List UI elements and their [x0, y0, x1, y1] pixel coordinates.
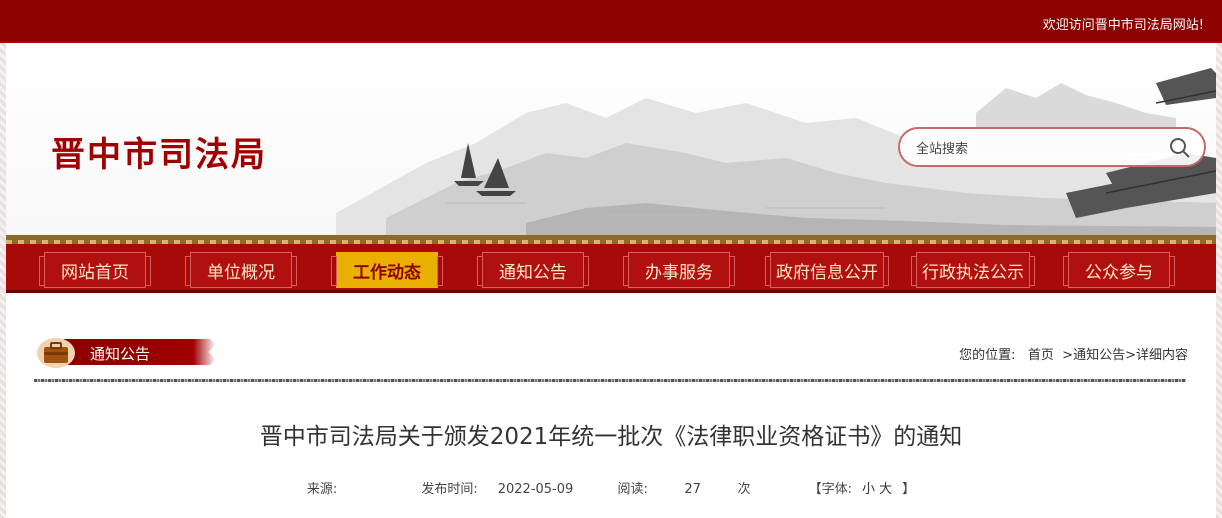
section-tag: 通知公告: [36, 335, 216, 369]
search-button[interactable]: [1168, 137, 1192, 159]
section-label: 通知公告: [90, 345, 151, 363]
font-size-label: 【字体:: [808, 482, 852, 497]
source-field: 来源:: [297, 482, 367, 497]
views-unit: 次: [737, 482, 751, 497]
font-size-close: 】: [902, 482, 916, 497]
nav-item-label: 公众参与: [1085, 262, 1153, 283]
views-label: 阅读:: [617, 482, 648, 497]
search-input[interactable]: [916, 138, 1156, 158]
nav-item-label: 单位概况: [207, 262, 275, 283]
side-pattern-right: [1216, 43, 1222, 518]
nav-item-participation[interactable]: 公众参与: [1063, 252, 1175, 288]
date-field: 发布时间: 2022-05-09: [411, 482, 583, 497]
welcome-text: 欢迎访问晋中市司法局网站!: [1042, 18, 1204, 33]
nav-item-about[interactable]: 单位概况: [185, 252, 297, 288]
article-meta: 来源: 发布时间: 2022-05-09 阅读: 27 次 【字体: 小 大】: [6, 478, 1216, 497]
nav-item-news[interactable]: 工作动态: [331, 252, 443, 288]
nav-item-gov-info[interactable]: 政府信息公开: [765, 252, 889, 288]
nav-item-notices[interactable]: 通知公告: [477, 252, 589, 288]
font-small-button[interactable]: 小: [862, 482, 875, 497]
font-size-control: 【字体: 小 大】: [799, 482, 926, 497]
nav-item-label: 行政执法公示: [922, 262, 1024, 283]
nav-item-label: 网站首页: [61, 262, 129, 283]
views-field: 阅读: 27 次: [607, 482, 760, 497]
views-count: 27: [684, 482, 701, 497]
breadcrumb-category-link[interactable]: 通知公告: [1073, 348, 1125, 363]
section-divider: [34, 379, 1186, 382]
nav-item-label: 通知公告: [499, 262, 567, 283]
top-bar: 欢迎访问晋中市司法局网站!: [0, 0, 1222, 43]
header-banner: 晋中市司法局: [6, 43, 1216, 235]
date-label: 发布时间:: [421, 482, 478, 497]
nav-item-label: 工作动态: [353, 262, 421, 283]
font-large-button[interactable]: 大: [879, 482, 892, 497]
briefcase-icon: [37, 338, 75, 368]
article-title: 晋中市司法局关于颁发2021年统一批次《法律职业资格证书》的通知: [259, 424, 963, 450]
breadcrumb: 您的位置: 首页 >通知公告>详细内容: [959, 344, 1188, 363]
search-icon: [1170, 138, 1190, 158]
breadcrumb-separator: >: [1125, 348, 1136, 363]
nav-item-services[interactable]: 办事服务: [623, 252, 735, 288]
main-content: 通知公告 您的位置: 首页 >通知公告>详细内容 晋中市司法局关于颁发2021年…: [6, 293, 1216, 518]
nav-item-enforcement[interactable]: 行政执法公示: [911, 252, 1035, 288]
source-label: 来源:: [306, 482, 338, 497]
breadcrumb-separator: >: [1062, 348, 1074, 363]
search-box: [898, 127, 1206, 167]
breadcrumb-prefix: 您的位置:: [959, 348, 1016, 363]
nav-item-home[interactable]: 网站首页: [39, 252, 151, 288]
breadcrumb-current: 详细内容: [1135, 348, 1188, 363]
date-value: 2022-05-09: [497, 482, 574, 497]
breadcrumb-home-link[interactable]: 首页: [1028, 348, 1054, 363]
nav-item-label: 办事服务: [645, 262, 713, 283]
site-title: 晋中市司法局: [51, 135, 267, 175]
nav-border-pattern: [6, 240, 1216, 244]
main-nav: 网站首页 单位概况 工作动态 通知公告 办事服务 政府信息公开 行政执法公示 公…: [6, 235, 1216, 293]
nav-item-label: 政府信息公开: [776, 262, 878, 283]
